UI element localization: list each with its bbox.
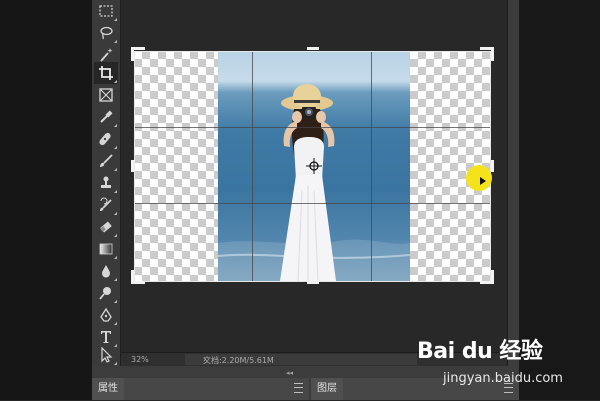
eyedropper-tool[interactable] [94, 106, 118, 128]
type-icon [101, 331, 111, 343]
crop-icon [99, 66, 113, 80]
history-brush-tool[interactable] [94, 194, 118, 216]
lasso-tool[interactable] [94, 22, 118, 44]
tab-layers[interactable]: 图层 [311, 378, 343, 400]
document-info[interactable]: 文档:2.20M/5.61M › [185, 354, 417, 365]
marquee-tool[interactable] [94, 0, 118, 22]
tab-properties[interactable]: 属性 [92, 378, 124, 400]
brush-icon [100, 154, 113, 167]
tools-panel [92, 0, 121, 366]
crop-handle-bottom-left[interactable] [131, 270, 134, 284]
collapse-panels-icon[interactable]: ◂◂ [286, 369, 293, 377]
resize-cursor-icon [480, 177, 486, 185]
dodge-icon [99, 287, 111, 300]
watermark-logo: Bai du 经验 [417, 339, 543, 364]
crop-handle-bottom[interactable] [307, 281, 319, 284]
pen-tool[interactable] [94, 304, 118, 326]
properties-panel-header: 属性 [92, 378, 309, 400]
pen-icon [100, 307, 112, 322]
watermark: Bai du 经验 jingyan.baidu.com [407, 331, 572, 401]
path-selection-tool[interactable] [94, 344, 118, 366]
watermark-url: jingyan.baidu.com [443, 371, 563, 386]
crop-grid-line [371, 51, 372, 281]
crop-handle-top-left[interactable] [131, 47, 134, 61]
crop-tool[interactable] [94, 62, 118, 84]
crop-handle-left[interactable] [131, 160, 134, 172]
gradient-icon [99, 243, 113, 255]
transparent-area-left [134, 51, 218, 281]
magic-wand-icon [100, 48, 113, 62]
gradient-tool[interactable] [94, 238, 118, 260]
blur-tool[interactable] [94, 260, 118, 282]
clone-stamp-tool[interactable] [94, 172, 118, 194]
status-menu-arrow[interactable]: › [203, 355, 412, 364]
crop-center-target-icon [306, 158, 322, 174]
photoshop-window: 32% 文档:2.20M/5.61M › ◂◂ 属性 图层 Bai du 经验 … [0, 0, 600, 400]
lasso-icon [100, 26, 113, 40]
frame-tool[interactable] [94, 84, 118, 106]
brush-tool[interactable] [94, 150, 118, 172]
crop-handle-top-right[interactable] [491, 47, 494, 61]
crop-handle-right[interactable] [491, 160, 494, 172]
marquee-icon [99, 5, 113, 17]
crop-grid-line [134, 203, 490, 204]
eraser-tool[interactable] [94, 216, 118, 238]
clone-stamp-icon [101, 176, 111, 188]
zoom-level[interactable]: 32% [131, 355, 149, 364]
healing-brush-tool[interactable] [94, 128, 118, 150]
blur-icon [102, 265, 110, 278]
healing-brush-icon [99, 132, 111, 146]
crop-handle-bottom-right[interactable] [491, 270, 494, 284]
left-margin [0, 0, 92, 400]
crop-handle-top[interactable] [307, 47, 319, 50]
history-brush-icon [100, 197, 112, 211]
panel-menu-icon[interactable] [294, 383, 303, 393]
dodge-tool[interactable] [94, 282, 118, 304]
crop-grid-line [134, 127, 490, 128]
eraser-icon [100, 221, 112, 233]
crop-grid-line [252, 51, 253, 281]
frame-icon [99, 88, 113, 102]
path-selection-icon [101, 347, 113, 363]
eyedropper-icon [100, 110, 113, 123]
